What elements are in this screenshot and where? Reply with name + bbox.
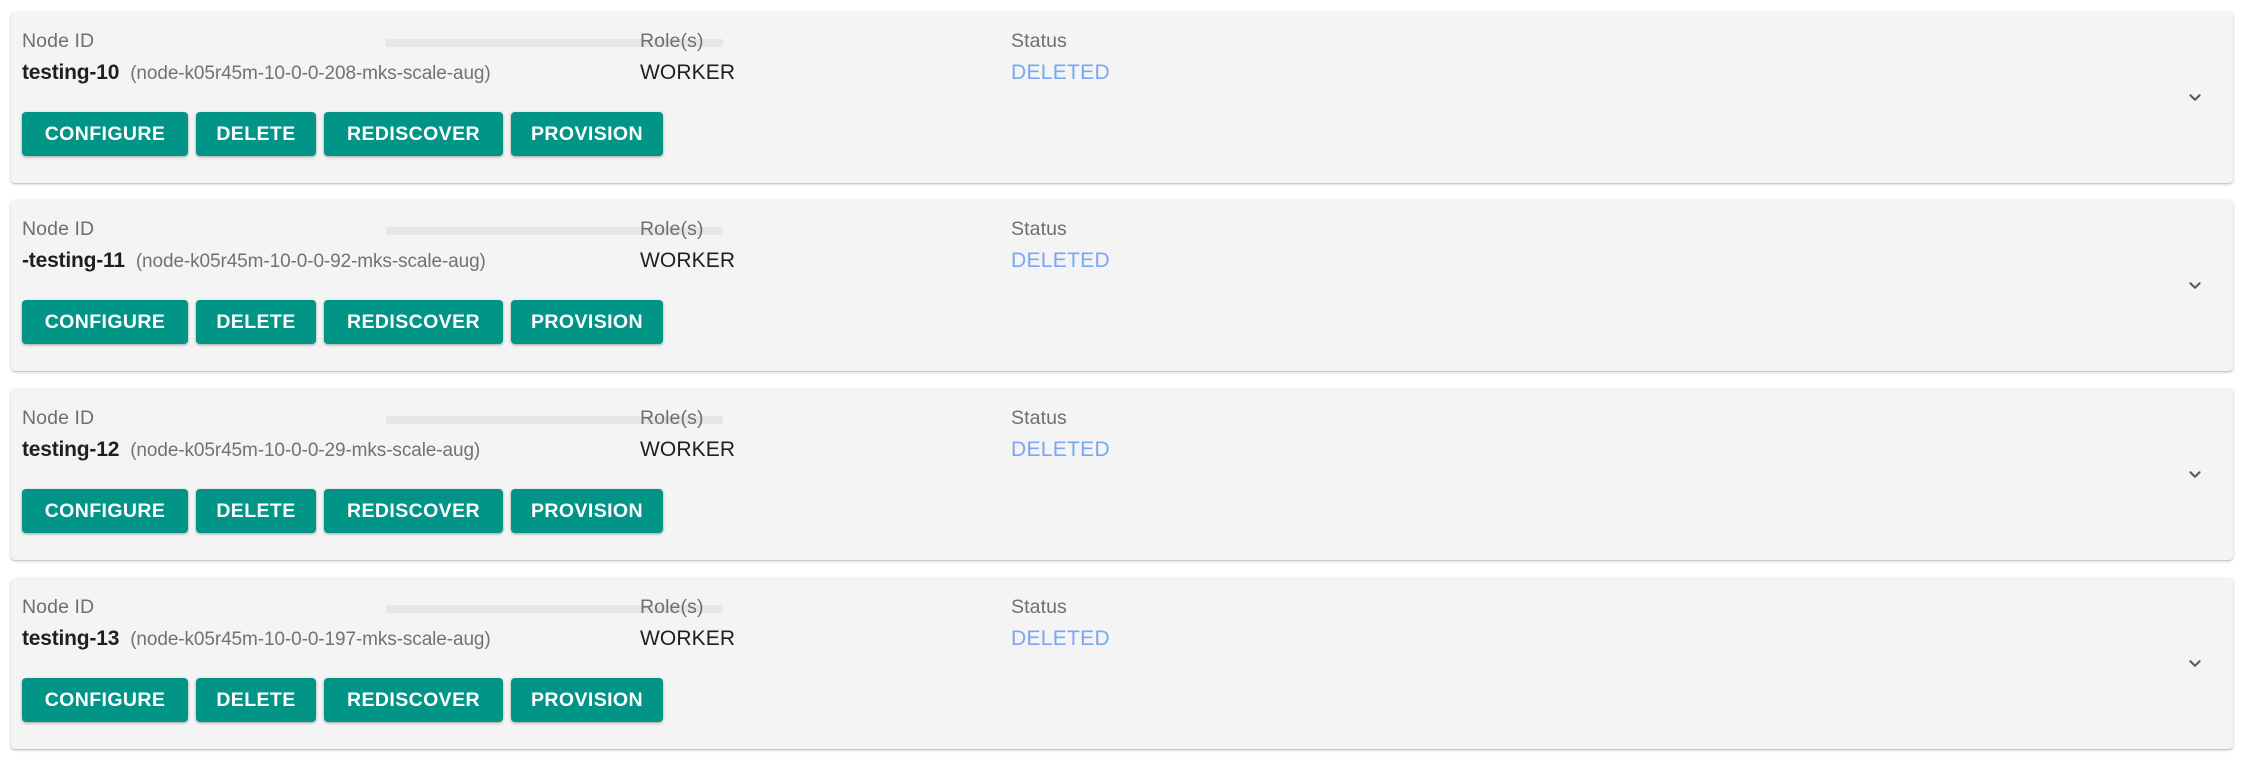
roles-column: Role(s) WORKER bbox=[640, 595, 735, 651]
roles-value: WORKER bbox=[640, 61, 736, 84]
node-id-label: Node ID bbox=[22, 407, 95, 429]
chevron-down-icon bbox=[2183, 652, 2207, 676]
node-id-column: Node ID testing-10 (node-k05r45m-10-0-0-… bbox=[22, 29, 491, 85]
status-badge: DELETED bbox=[1011, 627, 1110, 650]
node-id-label: Node ID bbox=[22, 596, 95, 618]
chevron-down-icon bbox=[2183, 86, 2207, 110]
rediscover-button[interactable]: REDISCOVER bbox=[324, 678, 503, 722]
configure-button[interactable]: CONFIGURE bbox=[22, 489, 188, 533]
node-id-value: testing-13 bbox=[22, 627, 120, 650]
roles-column: Role(s) WORKER bbox=[640, 29, 735, 85]
status-column: Status DELETED bbox=[1011, 29, 1110, 85]
node-id-column: Node ID testing-13 (node-k05r45m-10-0-0-… bbox=[22, 595, 491, 651]
node-actions: CONFIGURE DELETE REDISCOVER PROVISION bbox=[22, 112, 663, 156]
status-badge: DELETED bbox=[1011, 61, 1110, 84]
node-name-value: (node-k05r45m-10-0-0-92-mks-scale-aug) bbox=[135, 251, 486, 272]
node-card[interactable]: Node ID testing-10 (node-k05r45m-10-0-0-… bbox=[11, 12, 2233, 183]
rediscover-button[interactable]: REDISCOVER bbox=[324, 489, 503, 533]
node-name-value: (node-k05r45m-10-0-0-29-mks-scale-aug) bbox=[130, 440, 481, 461]
delete-button[interactable]: DELETE bbox=[196, 678, 316, 722]
delete-button[interactable]: DELETE bbox=[196, 112, 316, 156]
roles-label: Role(s) bbox=[640, 218, 704, 240]
status-label: Status bbox=[1011, 596, 1067, 618]
node-name-value: (node-k05r45m-10-0-0-208-mks-scale-aug) bbox=[130, 63, 491, 84]
node-id-column: Node ID -testing-11 (node-k05r45m-10-0-0… bbox=[22, 217, 486, 273]
node-card[interactable]: Node ID testing-13 (node-k05r45m-10-0-0-… bbox=[11, 578, 2233, 749]
rediscover-button[interactable]: REDISCOVER bbox=[324, 300, 503, 344]
status-label: Status bbox=[1011, 218, 1067, 240]
node-id-value-row: testing-12 (node-k05r45m-10-0-0-29-mks-s… bbox=[22, 438, 480, 462]
configure-button[interactable]: CONFIGURE bbox=[22, 300, 188, 344]
node-id-value: testing-10 bbox=[22, 61, 120, 84]
roles-value: WORKER bbox=[640, 627, 736, 650]
roles-label: Role(s) bbox=[640, 407, 704, 429]
expand-node-button[interactable] bbox=[2173, 453, 2217, 497]
status-column: Status DELETED bbox=[1011, 217, 1110, 273]
node-id-value: -testing-11 bbox=[22, 249, 125, 272]
node-id-label: Node ID bbox=[22, 30, 95, 52]
roles-label: Role(s) bbox=[640, 30, 704, 52]
node-card[interactable]: Node ID testing-12 (node-k05r45m-10-0-0-… bbox=[11, 389, 2233, 560]
node-id-value-row: testing-13 (node-k05r45m-10-0-0-197-mks-… bbox=[22, 627, 491, 651]
provision-button[interactable]: PROVISION bbox=[511, 489, 663, 533]
roles-label: Role(s) bbox=[640, 596, 704, 618]
provision-button[interactable]: PROVISION bbox=[511, 112, 663, 156]
node-id-column: Node ID testing-12 (node-k05r45m-10-0-0-… bbox=[22, 406, 480, 462]
delete-button[interactable]: DELETE bbox=[196, 489, 316, 533]
status-badge: DELETED bbox=[1011, 438, 1110, 461]
node-actions: CONFIGURE DELETE REDISCOVER PROVISION bbox=[22, 489, 663, 533]
expand-node-button[interactable] bbox=[2173, 642, 2217, 686]
node-list: Node ID testing-10 (node-k05r45m-10-0-0-… bbox=[0, 0, 2244, 772]
node-actions: CONFIGURE DELETE REDISCOVER PROVISION bbox=[22, 678, 663, 722]
provision-button[interactable]: PROVISION bbox=[511, 678, 663, 722]
status-badge: DELETED bbox=[1011, 249, 1110, 272]
status-column: Status DELETED bbox=[1011, 595, 1110, 651]
node-actions: CONFIGURE DELETE REDISCOVER PROVISION bbox=[22, 300, 663, 344]
chevron-down-icon bbox=[2183, 463, 2207, 487]
node-id-value-row: -testing-11 (node-k05r45m-10-0-0-92-mks-… bbox=[22, 249, 486, 273]
chevron-down-icon bbox=[2183, 274, 2207, 298]
configure-button[interactable]: CONFIGURE bbox=[22, 112, 188, 156]
node-name-value: (node-k05r45m-10-0-0-197-mks-scale-aug) bbox=[130, 629, 491, 650]
node-id-label: Node ID bbox=[22, 218, 95, 240]
node-id-value: testing-12 bbox=[22, 438, 120, 461]
provision-button[interactable]: PROVISION bbox=[511, 300, 663, 344]
node-id-value-row: testing-10 (node-k05r45m-10-0-0-208-mks-… bbox=[22, 61, 491, 85]
expand-node-button[interactable] bbox=[2173, 76, 2217, 120]
delete-button[interactable]: DELETE bbox=[196, 300, 316, 344]
roles-value: WORKER bbox=[640, 438, 736, 461]
roles-column: Role(s) WORKER bbox=[640, 406, 735, 462]
status-column: Status DELETED bbox=[1011, 406, 1110, 462]
node-card[interactable]: Node ID -testing-11 (node-k05r45m-10-0-0… bbox=[11, 200, 2233, 371]
status-label: Status bbox=[1011, 30, 1067, 52]
status-label: Status bbox=[1011, 407, 1067, 429]
rediscover-button[interactable]: REDISCOVER bbox=[324, 112, 503, 156]
configure-button[interactable]: CONFIGURE bbox=[22, 678, 188, 722]
roles-value: WORKER bbox=[640, 249, 736, 272]
expand-node-button[interactable] bbox=[2173, 264, 2217, 308]
roles-column: Role(s) WORKER bbox=[640, 217, 735, 273]
